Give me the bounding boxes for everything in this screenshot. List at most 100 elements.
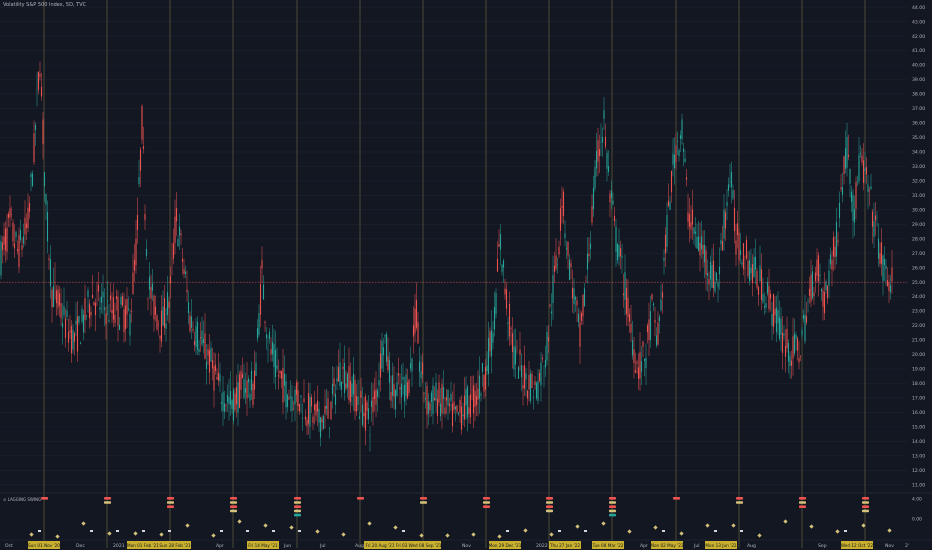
candle-body xyxy=(622,293,625,296)
candle-body xyxy=(295,382,298,395)
candle-body xyxy=(627,297,629,318)
candle-body xyxy=(228,396,230,405)
candle-body xyxy=(615,226,617,252)
y-tick-label: 28.00 xyxy=(912,236,925,242)
candle-body xyxy=(579,322,581,347)
candle-body xyxy=(672,153,674,165)
candle-body xyxy=(15,231,17,238)
candle-body xyxy=(822,290,824,307)
date-tag-label: Mon 01 Feb '21 xyxy=(127,543,159,548)
candle-body xyxy=(231,400,233,409)
candle-body xyxy=(385,333,388,362)
swing-marker xyxy=(55,534,60,539)
date-tag-label: Fri 14 May '21 xyxy=(248,543,278,548)
candle-body xyxy=(465,389,467,406)
candle-body xyxy=(109,295,112,300)
candle-body xyxy=(346,373,349,388)
candle-body xyxy=(339,362,341,387)
candle-body xyxy=(417,322,419,344)
candle-body xyxy=(826,285,829,299)
candle-body xyxy=(402,376,404,380)
candle-body xyxy=(856,181,859,183)
candle-body xyxy=(451,403,454,427)
candle-body xyxy=(816,259,818,276)
candle-body xyxy=(675,145,677,163)
candle-body xyxy=(367,408,370,420)
y-tick-label: 12.00 xyxy=(912,468,925,474)
candle-body xyxy=(330,401,332,420)
candle-body xyxy=(306,420,308,427)
candle-body xyxy=(103,307,106,310)
y-tick-label: 31.00 xyxy=(912,193,925,199)
candle-body xyxy=(669,202,671,211)
candle-body xyxy=(21,245,23,250)
candle-body xyxy=(568,259,571,281)
candle-body xyxy=(783,333,785,336)
candle-body xyxy=(33,133,35,163)
candle-body xyxy=(561,205,563,208)
candle-body xyxy=(202,338,205,343)
candle-body xyxy=(52,285,55,307)
candle-body xyxy=(169,276,172,284)
candle-body xyxy=(466,386,469,418)
swing-dot xyxy=(714,530,717,532)
swing-dot xyxy=(116,530,119,532)
candle-body xyxy=(844,148,847,169)
time-axis[interactable]: Oct Dec 2021 Apr Jun Jul Aug Nov 2022 Apr Jul Aug Se… xyxy=(0,539,932,549)
candle-body xyxy=(399,387,401,390)
candle-body xyxy=(546,332,548,361)
candle-body xyxy=(588,253,590,257)
candle-body xyxy=(811,271,814,299)
candle-body xyxy=(142,146,145,149)
candle-body xyxy=(255,362,257,376)
candle-body xyxy=(885,265,887,269)
candle-body xyxy=(693,227,695,234)
candle-body xyxy=(291,396,293,412)
candle-body xyxy=(384,335,386,337)
candle-body xyxy=(829,254,832,265)
candle-body xyxy=(666,214,668,247)
swing-bar xyxy=(104,501,111,504)
candle-body xyxy=(735,240,737,255)
x-tick-label: Dec xyxy=(76,543,85,549)
candle-body xyxy=(682,148,685,152)
candle-body xyxy=(858,154,860,182)
x-tick-label: 2021 xyxy=(113,543,125,549)
swing-dot xyxy=(558,530,561,532)
candle-body xyxy=(636,361,638,364)
candle-body xyxy=(727,184,730,191)
candle-body xyxy=(646,325,649,333)
candle-body xyxy=(412,325,415,337)
swing-bar xyxy=(862,497,869,500)
candle-body xyxy=(654,319,656,323)
candle-body xyxy=(168,301,170,308)
y-tick-label: 43.00 xyxy=(912,19,925,25)
candle-body xyxy=(505,289,508,309)
candle-body xyxy=(720,240,722,245)
y-tick-label: 38.00 xyxy=(912,92,925,98)
candle-body xyxy=(303,398,305,403)
price-chart[interactable]: 25.18 11.0012.0013.0014.0015.0016.0017.0… xyxy=(0,0,932,550)
candle-body xyxy=(174,216,176,244)
swing-dot xyxy=(844,530,847,532)
candle-body xyxy=(513,346,515,370)
candle-body xyxy=(582,294,584,317)
candle-body xyxy=(765,303,767,308)
swing-dot xyxy=(246,530,249,532)
candle-body xyxy=(289,396,292,398)
candle-body xyxy=(649,311,652,340)
candle-body xyxy=(115,296,118,300)
swing-marker xyxy=(653,525,658,530)
candle-body xyxy=(519,349,521,355)
swing-dot xyxy=(220,530,223,532)
candle-body xyxy=(642,341,644,347)
candle-body xyxy=(162,306,164,326)
candle-body xyxy=(802,315,805,319)
price-axis[interactable]: 11.00 12.00 13.00 14.00 15.00 16.00 17.00 18.00… xyxy=(907,0,932,550)
candle-body xyxy=(837,240,839,243)
candle-body xyxy=(112,297,115,320)
candle-body xyxy=(411,358,413,372)
candle-body xyxy=(186,289,188,292)
candle-body xyxy=(792,336,794,359)
candle-body xyxy=(7,213,10,219)
